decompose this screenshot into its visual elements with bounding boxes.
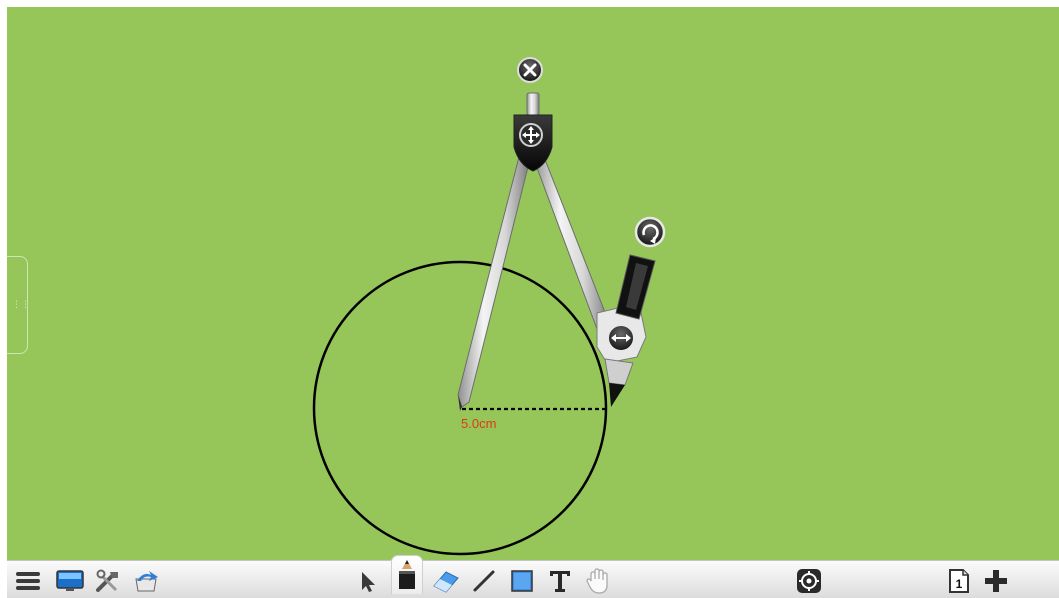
text-icon[interactable] — [545, 567, 575, 595]
page-number: 1 — [956, 577, 963, 591]
tools-icon[interactable] — [93, 567, 123, 595]
resize-icon[interactable] — [607, 324, 635, 352]
add-page-icon[interactable] — [981, 567, 1011, 595]
side-panel-tab[interactable]: ⋮⋮ — [7, 256, 30, 354]
eraser-icon[interactable] — [431, 567, 461, 595]
page-icon[interactable]: 1 — [944, 567, 974, 595]
bottom-toolbar: 1 — [7, 555, 1059, 598]
close-icon[interactable] — [517, 57, 543, 83]
line-icon[interactable] — [469, 567, 499, 595]
menu-icon[interactable] — [13, 567, 43, 595]
hand-icon[interactable] — [583, 567, 613, 595]
select-icon[interactable] — [353, 567, 383, 595]
compass-shaft — [526, 92, 540, 116]
radius-label: 5.0cm — [461, 416, 496, 431]
rotate-icon[interactable] — [634, 216, 666, 248]
move-icon[interactable] — [519, 123, 543, 147]
locate-icon[interactable] — [794, 567, 824, 595]
screen-icon[interactable] — [55, 567, 85, 595]
board-background — [7, 7, 1059, 560]
shape-icon[interactable] — [507, 567, 537, 595]
grip-icon: ⋮⋮ — [12, 300, 30, 310]
pencil-tool-button[interactable] — [391, 555, 423, 594]
resources-icon[interactable] — [131, 567, 161, 595]
pencil-icon — [399, 560, 415, 589]
whiteboard-scene: 5.0cm — [7, 7, 1059, 560]
drawing-canvas[interactable]: 5.0cm — [7, 7, 1059, 560]
